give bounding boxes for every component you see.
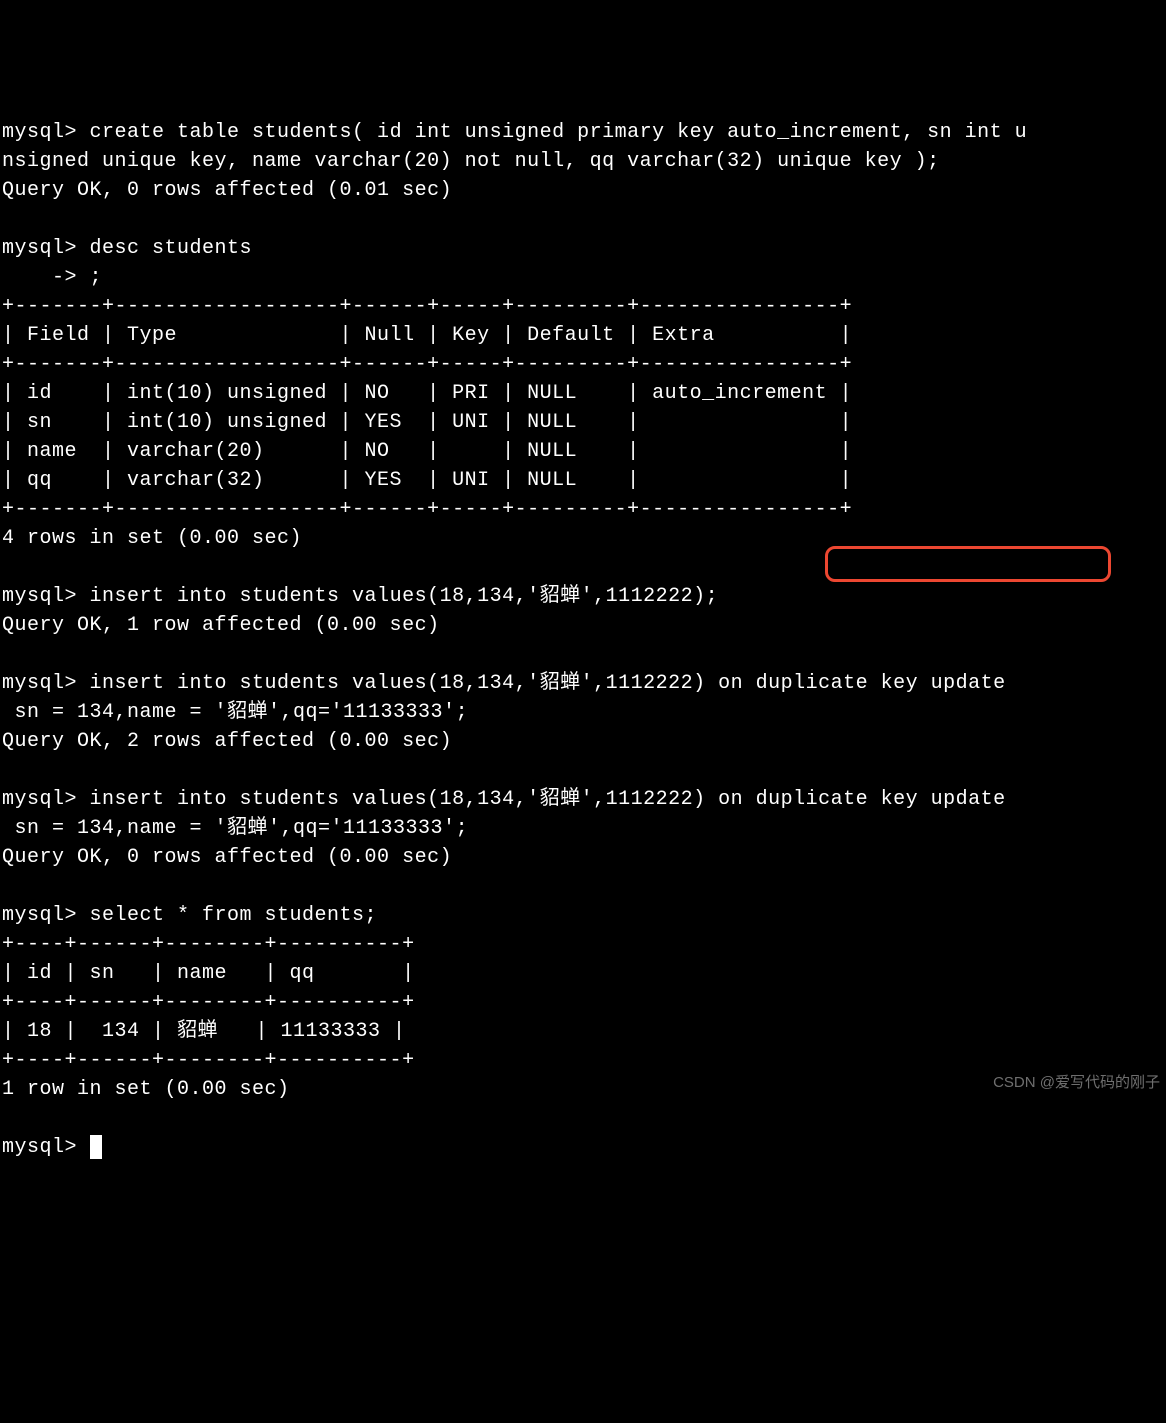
desc-row-qq: | qq | varchar(32) | YES | UNI | NULL | … bbox=[2, 469, 852, 492]
prompt: mysql> bbox=[2, 121, 90, 144]
insert1-cmd: insert into students values(18,134,'貂蝉',… bbox=[90, 585, 719, 608]
terminal-output[interactable]: mysql> create table students( id int uns… bbox=[2, 118, 1164, 1162]
prompt: mysql> bbox=[2, 585, 90, 608]
select-border-top: +----+------+--------+----------+ bbox=[2, 933, 415, 956]
desc-row-id: | id | int(10) unsigned | NO | PRI | NUL… bbox=[2, 382, 852, 405]
desc-footer: 4 rows in set (0.00 sec) bbox=[2, 527, 302, 550]
desc-border-mid: +-------+------------------+------+-----… bbox=[2, 353, 852, 376]
insert2-result: Query OK, 2 rows affected (0.00 sec) bbox=[2, 730, 452, 753]
desc-semicolon: ; bbox=[90, 266, 103, 289]
desc-row-sn: | sn | int(10) unsigned | YES | UNI | NU… bbox=[2, 411, 852, 434]
insert3-line1: insert into students values(18,134,'貂蝉',… bbox=[90, 788, 1006, 811]
insert2-line1: insert into students values(18,134,'貂蝉',… bbox=[90, 672, 1006, 695]
desc-header: | Field | Type | Null | Key | Default | … bbox=[2, 324, 852, 347]
prompt: mysql> bbox=[2, 904, 90, 927]
select-border-mid: +----+------+--------+----------+ bbox=[2, 991, 415, 1014]
insert3-result: Query OK, 0 rows affected (0.00 sec) bbox=[2, 846, 452, 869]
insert3-line2: sn = 134,name = '貂蝉',qq='11133333'; bbox=[2, 817, 468, 840]
insert2-line2: sn = 134,name = '貂蝉',qq='11133333'; bbox=[2, 701, 468, 724]
watermark: CSDN @爱写代码的刚子 bbox=[993, 1072, 1160, 1094]
desc-border-top: +-------+------------------+------+-----… bbox=[2, 295, 852, 318]
create-table-cmd-part1: create table students( id int unsigned p… bbox=[2, 121, 1027, 173]
desc-border-bottom: +-------+------------------+------+-----… bbox=[2, 498, 852, 521]
prompt: mysql> bbox=[2, 1136, 90, 1159]
prompt: mysql> bbox=[2, 672, 90, 695]
desc-cmd: desc students bbox=[90, 237, 253, 260]
select-border-bottom: +----+------+--------+----------+ bbox=[2, 1049, 415, 1072]
select-row: | 18 | 134 | 貂蝉 | 11133333 | bbox=[2, 1020, 406, 1043]
select-cmd: select * from students; bbox=[90, 904, 378, 927]
desc-row-name: | name | varchar(20) | NO | | NULL | | bbox=[2, 440, 852, 463]
insert1-result: Query OK, 1 row affected (0.00 sec) bbox=[2, 614, 440, 637]
prompt: mysql> bbox=[2, 788, 90, 811]
create-result: Query OK, 0 rows affected (0.01 sec) bbox=[2, 179, 452, 202]
continuation-prompt: -> bbox=[2, 266, 90, 289]
select-footer: 1 row in set (0.00 sec) bbox=[2, 1078, 290, 1101]
select-header: | id | sn | name | qq | bbox=[2, 962, 415, 985]
prompt: mysql> bbox=[2, 237, 90, 260]
cursor[interactable] bbox=[90, 1135, 102, 1159]
